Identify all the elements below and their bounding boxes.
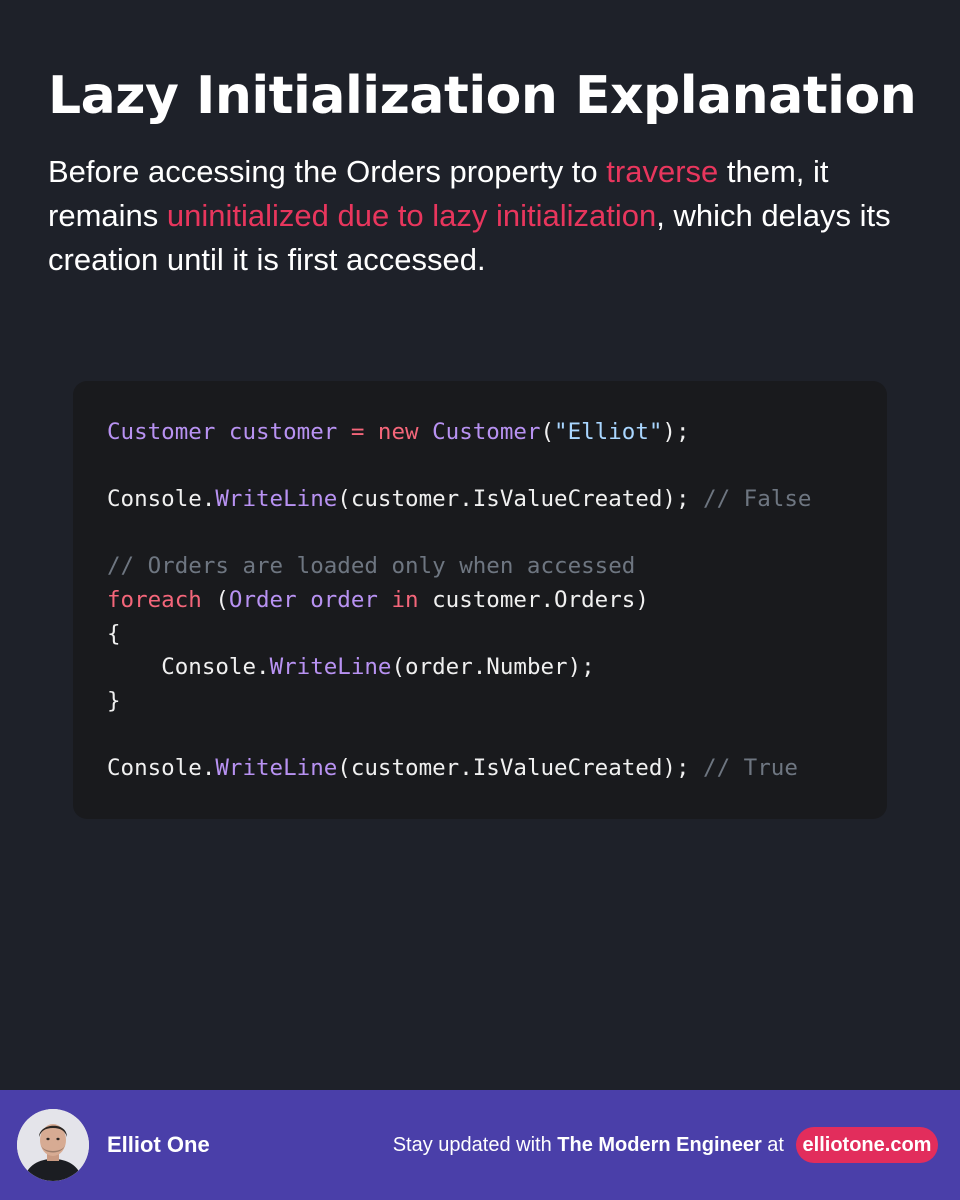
code-token: WriteLine [269, 654, 392, 681]
intro-text-1: Before accessing the Orders property to [48, 154, 607, 189]
code-token: customer [215, 419, 351, 445]
code-token: } [107, 687, 121, 714]
tagline-prefix: Stay updated with [392, 1134, 558, 1156]
tagline-brand: The Modern Engineer [557, 1134, 762, 1156]
code-token: (customer.IsValueCreated); [337, 754, 704, 781]
code-token: order [296, 586, 392, 613]
code-line-11: Console.WriteLine(customer.IsValueCreate… [107, 752, 811, 786]
code-token: new [364, 419, 433, 445]
code-token: Order [228, 586, 297, 613]
code-token: foreach [107, 586, 202, 613]
code-comment: // False [703, 486, 812, 513]
code-line-8: Console.WriteLine(order.Number); [107, 651, 811, 685]
code-token: Console. [107, 754, 216, 781]
code-token: ( [201, 586, 229, 613]
author-portrait-icon [17, 1109, 89, 1181]
code-token: Console. [161, 654, 270, 681]
intro-highlight-lazy: uninitialized due to lazy initialization [166, 198, 657, 233]
code-token: (order.Number); [391, 654, 595, 681]
code-token: Console. [107, 486, 216, 513]
code-token: WriteLine [215, 486, 338, 513]
footer-bar: Elliot One Stay updated with The Modern … [0, 1090, 960, 1200]
code-token: ); [662, 419, 690, 445]
code-token: in [391, 586, 419, 613]
avatar [17, 1109, 89, 1181]
code-comment: // Orders are loaded only when accessed [107, 553, 636, 580]
intro-paragraph: Before accessing the Orders property to … [48, 150, 928, 282]
code-block: Customer customer = new Customer("Elliot… [107, 416, 811, 786]
code-line-5: // Orders are loaded only when accessed [107, 550, 811, 584]
code-token: ( [540, 419, 555, 445]
code-token: "Elliot" [554, 419, 663, 445]
code-line-7: { [107, 618, 811, 652]
code-token: customer.Orders) [418, 586, 649, 613]
code-token: (customer.IsValueCreated); [337, 486, 704, 513]
code-token: Customer [107, 419, 216, 445]
code-line-6: foreach (Order order in customer.Orders) [107, 584, 811, 618]
code-comment: // True [703, 754, 798, 781]
code-line-1: Customer customer = new Customer("Elliot… [107, 416, 811, 450]
code-token: Customer [432, 419, 541, 445]
code-line-3: Console.WriteLine(customer.IsValueCreate… [107, 483, 811, 517]
code-line-9: } [107, 685, 811, 719]
code-token: { [107, 620, 121, 647]
tagline-suffix: at [761, 1134, 784, 1156]
code-token: WriteLine [215, 754, 338, 781]
author-name: Elliot One [107, 1132, 210, 1157]
page-title: Lazy Initialization Explanation [48, 66, 917, 126]
code-token: = [350, 419, 365, 445]
website-link[interactable]: elliotone.com [796, 1127, 938, 1163]
intro-highlight-traverse: traverse [606, 154, 719, 189]
footer-tagline: Stay updated with The Modern Engineer at [393, 1130, 784, 1160]
